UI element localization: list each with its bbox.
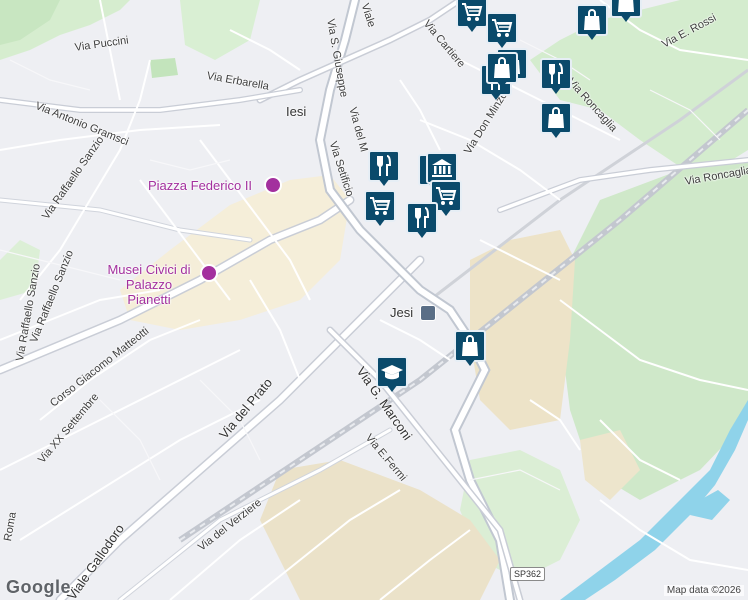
shop-marker[interactable] bbox=[486, 52, 518, 92]
poi-label-piazza-federico[interactable]: Piazza Federico II bbox=[148, 178, 252, 193]
supermarket-marker[interactable] bbox=[364, 190, 396, 230]
bag-icon bbox=[618, 0, 634, 12]
poi-label-musei-civici[interactable]: Musei Civici di Palazzo Pianetti bbox=[103, 262, 195, 307]
cart-icon bbox=[370, 197, 391, 215]
bag-icon bbox=[548, 107, 564, 128]
cart-icon bbox=[462, 3, 483, 21]
cutlery-icon bbox=[549, 63, 564, 84]
school-icon bbox=[381, 365, 403, 380]
cutlery-icon bbox=[377, 155, 392, 176]
city-label: Iesi bbox=[286, 104, 307, 119]
shop-marker[interactable] bbox=[454, 330, 486, 370]
map-attribution[interactable]: Map data ©2026 bbox=[663, 585, 744, 596]
shop-marker[interactable] bbox=[540, 102, 572, 142]
restaurant-marker[interactable] bbox=[540, 58, 572, 98]
restaurant-marker[interactable] bbox=[368, 150, 400, 190]
station-label: Jesi bbox=[390, 305, 414, 320]
school-marker[interactable] bbox=[376, 356, 408, 396]
museum-icon[interactable] bbox=[200, 264, 218, 282]
bag-icon bbox=[462, 335, 478, 356]
bag-icon bbox=[494, 57, 510, 78]
cart-icon bbox=[492, 19, 513, 37]
train-station-icon[interactable] bbox=[420, 305, 436, 321]
map-canvas[interactable]: Via Puccini Via Erbarella Via Antonio Gr… bbox=[0, 0, 748, 600]
google-logo[interactable]: Google bbox=[6, 577, 71, 598]
route-shield: SP362 bbox=[510, 567, 546, 581]
supermarket-marker[interactable] bbox=[486, 12, 518, 52]
bank-icon bbox=[432, 159, 452, 177]
shop-marker[interactable] bbox=[610, 0, 642, 26]
camera-icon[interactable] bbox=[264, 176, 282, 194]
cutlery-icon bbox=[415, 207, 430, 228]
shop-marker[interactable] bbox=[576, 4, 608, 44]
supermarket-marker[interactable] bbox=[456, 0, 488, 36]
restaurant-marker[interactable] bbox=[406, 202, 438, 242]
bag-icon bbox=[584, 9, 600, 30]
